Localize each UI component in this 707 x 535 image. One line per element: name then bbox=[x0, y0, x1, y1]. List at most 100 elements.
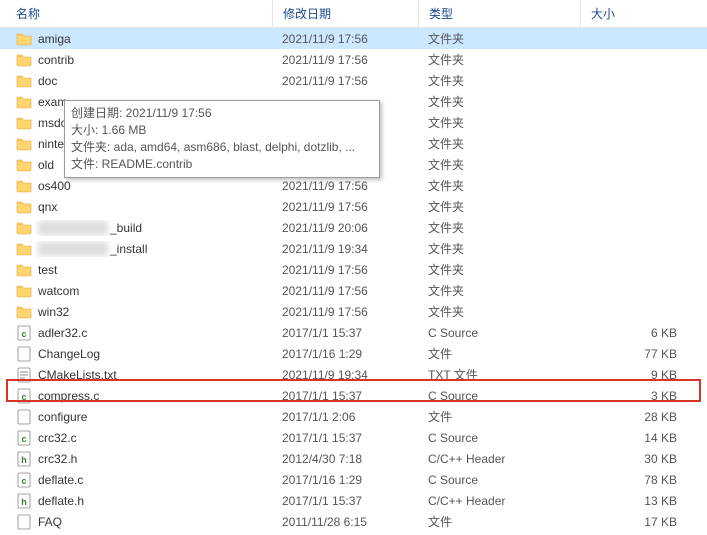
cell-type: 文件夹 bbox=[418, 261, 580, 278]
folder-icon bbox=[16, 136, 32, 152]
file-row[interactable]: ChangeLog2017/1/16 1:29文件77 KB bbox=[0, 343, 707, 364]
file-row[interactable]: cadler32.c2017/1/1 15:37C Source6 KB bbox=[0, 322, 707, 343]
folder-icon bbox=[16, 241, 32, 257]
file-row[interactable]: _build2021/11/9 20:06文件夹 bbox=[0, 217, 707, 238]
cell-date: 2021/11/9 17:56 bbox=[272, 74, 418, 88]
file-name-label: old bbox=[38, 158, 54, 172]
cell-date: 2011/11/28 6:15 bbox=[272, 515, 418, 529]
folder-icon bbox=[16, 220, 32, 236]
cell-type: 文件夹 bbox=[418, 135, 580, 152]
file-txt-icon bbox=[16, 367, 32, 383]
cell-date: 2021/11/9 17:56 bbox=[272, 263, 418, 277]
file-c-icon: c bbox=[16, 472, 32, 488]
file-row[interactable]: hcrc32.h2012/4/30 7:18C/C++ Header30 KB bbox=[0, 448, 707, 469]
cell-type: 文件 bbox=[418, 408, 580, 425]
file-icon bbox=[16, 346, 32, 362]
svg-text:c: c bbox=[21, 329, 26, 339]
file-name-label: watcom bbox=[38, 284, 79, 298]
svg-text:h: h bbox=[21, 497, 27, 507]
cell-type: 文件夹 bbox=[418, 282, 580, 299]
cell-name: CMakeLists.txt bbox=[0, 367, 272, 383]
cell-date: 2017/1/1 15:37 bbox=[272, 389, 418, 403]
cell-size: 28 KB bbox=[580, 410, 707, 424]
file-name-label: crc32.c bbox=[38, 431, 77, 445]
cell-type: 文件夹 bbox=[418, 240, 580, 257]
cell-name: FAQ bbox=[0, 514, 272, 530]
file-name-label: compress.c bbox=[38, 389, 99, 403]
cell-date: 2021/11/9 19:34 bbox=[272, 368, 418, 382]
column-header-row: 名称 修改日期 类型 大小 bbox=[0, 0, 707, 28]
column-header-type[interactable]: 类型 bbox=[418, 0, 580, 27]
file-name-label: _build bbox=[110, 221, 142, 235]
file-row[interactable]: doc2021/11/9 17:56文件夹 bbox=[0, 70, 707, 91]
file-row[interactable]: contrib2021/11/9 17:56文件夹 bbox=[0, 49, 707, 70]
file-name-label: CMakeLists.txt bbox=[38, 368, 117, 382]
tooltip-folders: 文件夹: ada, amd64, asm686, blast, delphi, … bbox=[71, 139, 373, 156]
cell-size: 3 KB bbox=[580, 389, 707, 403]
folder-icon bbox=[16, 94, 32, 110]
cell-date: 2021/11/9 17:56 bbox=[272, 305, 418, 319]
cell-date: 2017/1/1 15:37 bbox=[272, 326, 418, 340]
cell-type: 文件夹 bbox=[418, 30, 580, 47]
file-row[interactable]: qnx2021/11/9 17:56文件夹 bbox=[0, 196, 707, 217]
cell-type: 文件 bbox=[418, 513, 580, 530]
cell-type: C Source bbox=[418, 326, 580, 340]
file-row[interactable]: CMakeLists.txt2021/11/9 19:34TXT 文件9 KB bbox=[0, 364, 707, 385]
file-name-label: contrib bbox=[38, 53, 74, 67]
cell-type: TXT 文件 bbox=[418, 366, 580, 383]
column-header-name[interactable]: 名称 bbox=[0, 0, 272, 27]
cell-type: C Source bbox=[418, 431, 580, 445]
file-name-label: configure bbox=[38, 410, 87, 424]
file-row[interactable]: win322021/11/9 17:56文件夹 bbox=[0, 301, 707, 322]
cell-size: 17 KB bbox=[580, 515, 707, 529]
file-row[interactable]: test2021/11/9 17:56文件夹 bbox=[0, 259, 707, 280]
file-row[interactable]: watcom2021/11/9 17:56文件夹 bbox=[0, 280, 707, 301]
cell-date: 2017/1/16 1:29 bbox=[272, 473, 418, 487]
file-c-icon: c bbox=[16, 388, 32, 404]
cell-date: 2017/1/16 1:29 bbox=[272, 347, 418, 361]
cell-name: hdeflate.h bbox=[0, 493, 272, 509]
cell-date: 2017/1/1 15:37 bbox=[272, 431, 418, 445]
cell-date: 2012/4/30 7:18 bbox=[272, 452, 418, 466]
cell-name: qnx bbox=[0, 199, 272, 215]
file-row[interactable]: cdeflate.c2017/1/16 1:29C Source78 KB bbox=[0, 469, 707, 490]
folder-icon bbox=[16, 262, 32, 278]
cell-date: 2017/1/1 15:37 bbox=[272, 494, 418, 508]
cell-date: 2021/11/9 17:56 bbox=[272, 53, 418, 67]
cell-type: C Source bbox=[418, 473, 580, 487]
file-row[interactable]: os4002021/11/9 17:56文件夹 bbox=[0, 175, 707, 196]
file-row[interactable]: _install2021/11/9 19:34文件夹 bbox=[0, 238, 707, 259]
file-row[interactable]: amiga2021/11/9 17:56文件夹 bbox=[0, 28, 707, 49]
folder-icon bbox=[16, 283, 32, 299]
folder-icon bbox=[16, 52, 32, 68]
file-row[interactable]: configure 2017/1/1 2:06文件28 KB bbox=[0, 406, 707, 427]
cell-name: c adler32.c bbox=[0, 325, 272, 341]
file-name-label: ChangeLog bbox=[38, 347, 100, 361]
file-row[interactable]: hdeflate.h2017/1/1 15:37C/C++ Header13 K… bbox=[0, 490, 707, 511]
file-row[interactable]: ccrc32.c2017/1/1 15:37C Source14 KB bbox=[0, 427, 707, 448]
cell-type: C Source bbox=[418, 389, 580, 403]
folder-icon bbox=[16, 304, 32, 320]
file-row[interactable]: FAQ2011/11/28 6:15文件17 KB bbox=[0, 511, 707, 532]
cell-date: 2017/1/1 2:06 bbox=[272, 410, 418, 424]
tooltip-files: 文件: README.contrib bbox=[71, 156, 373, 173]
cell-type: 文件夹 bbox=[418, 156, 580, 173]
cell-date: 2021/11/9 20:06 bbox=[272, 221, 418, 235]
file-name-label: adler32.c bbox=[38, 326, 87, 340]
folder-icon bbox=[16, 199, 32, 215]
file-name-label: win32 bbox=[38, 305, 69, 319]
column-header-size[interactable]: 大小 bbox=[580, 0, 707, 27]
tooltip-created: 创建日期: 2021/11/9 17:56 bbox=[71, 105, 373, 122]
folder-icon bbox=[16, 73, 32, 89]
file-row[interactable]: c compress.c 2017/1/1 15:37C Source3 KB bbox=[0, 385, 707, 406]
file-h-icon: h bbox=[16, 493, 32, 509]
folder-icon bbox=[16, 31, 32, 47]
file-name-label: deflate.c bbox=[38, 473, 83, 487]
file-name-label: amiga bbox=[38, 32, 71, 46]
file-name-label: crc32.h bbox=[38, 452, 77, 466]
cell-type: 文件夹 bbox=[418, 114, 580, 131]
file-h-icon: h bbox=[16, 451, 32, 467]
svg-text:h: h bbox=[21, 455, 27, 465]
file-icon bbox=[16, 514, 32, 530]
column-header-date[interactable]: 修改日期 bbox=[272, 0, 418, 27]
